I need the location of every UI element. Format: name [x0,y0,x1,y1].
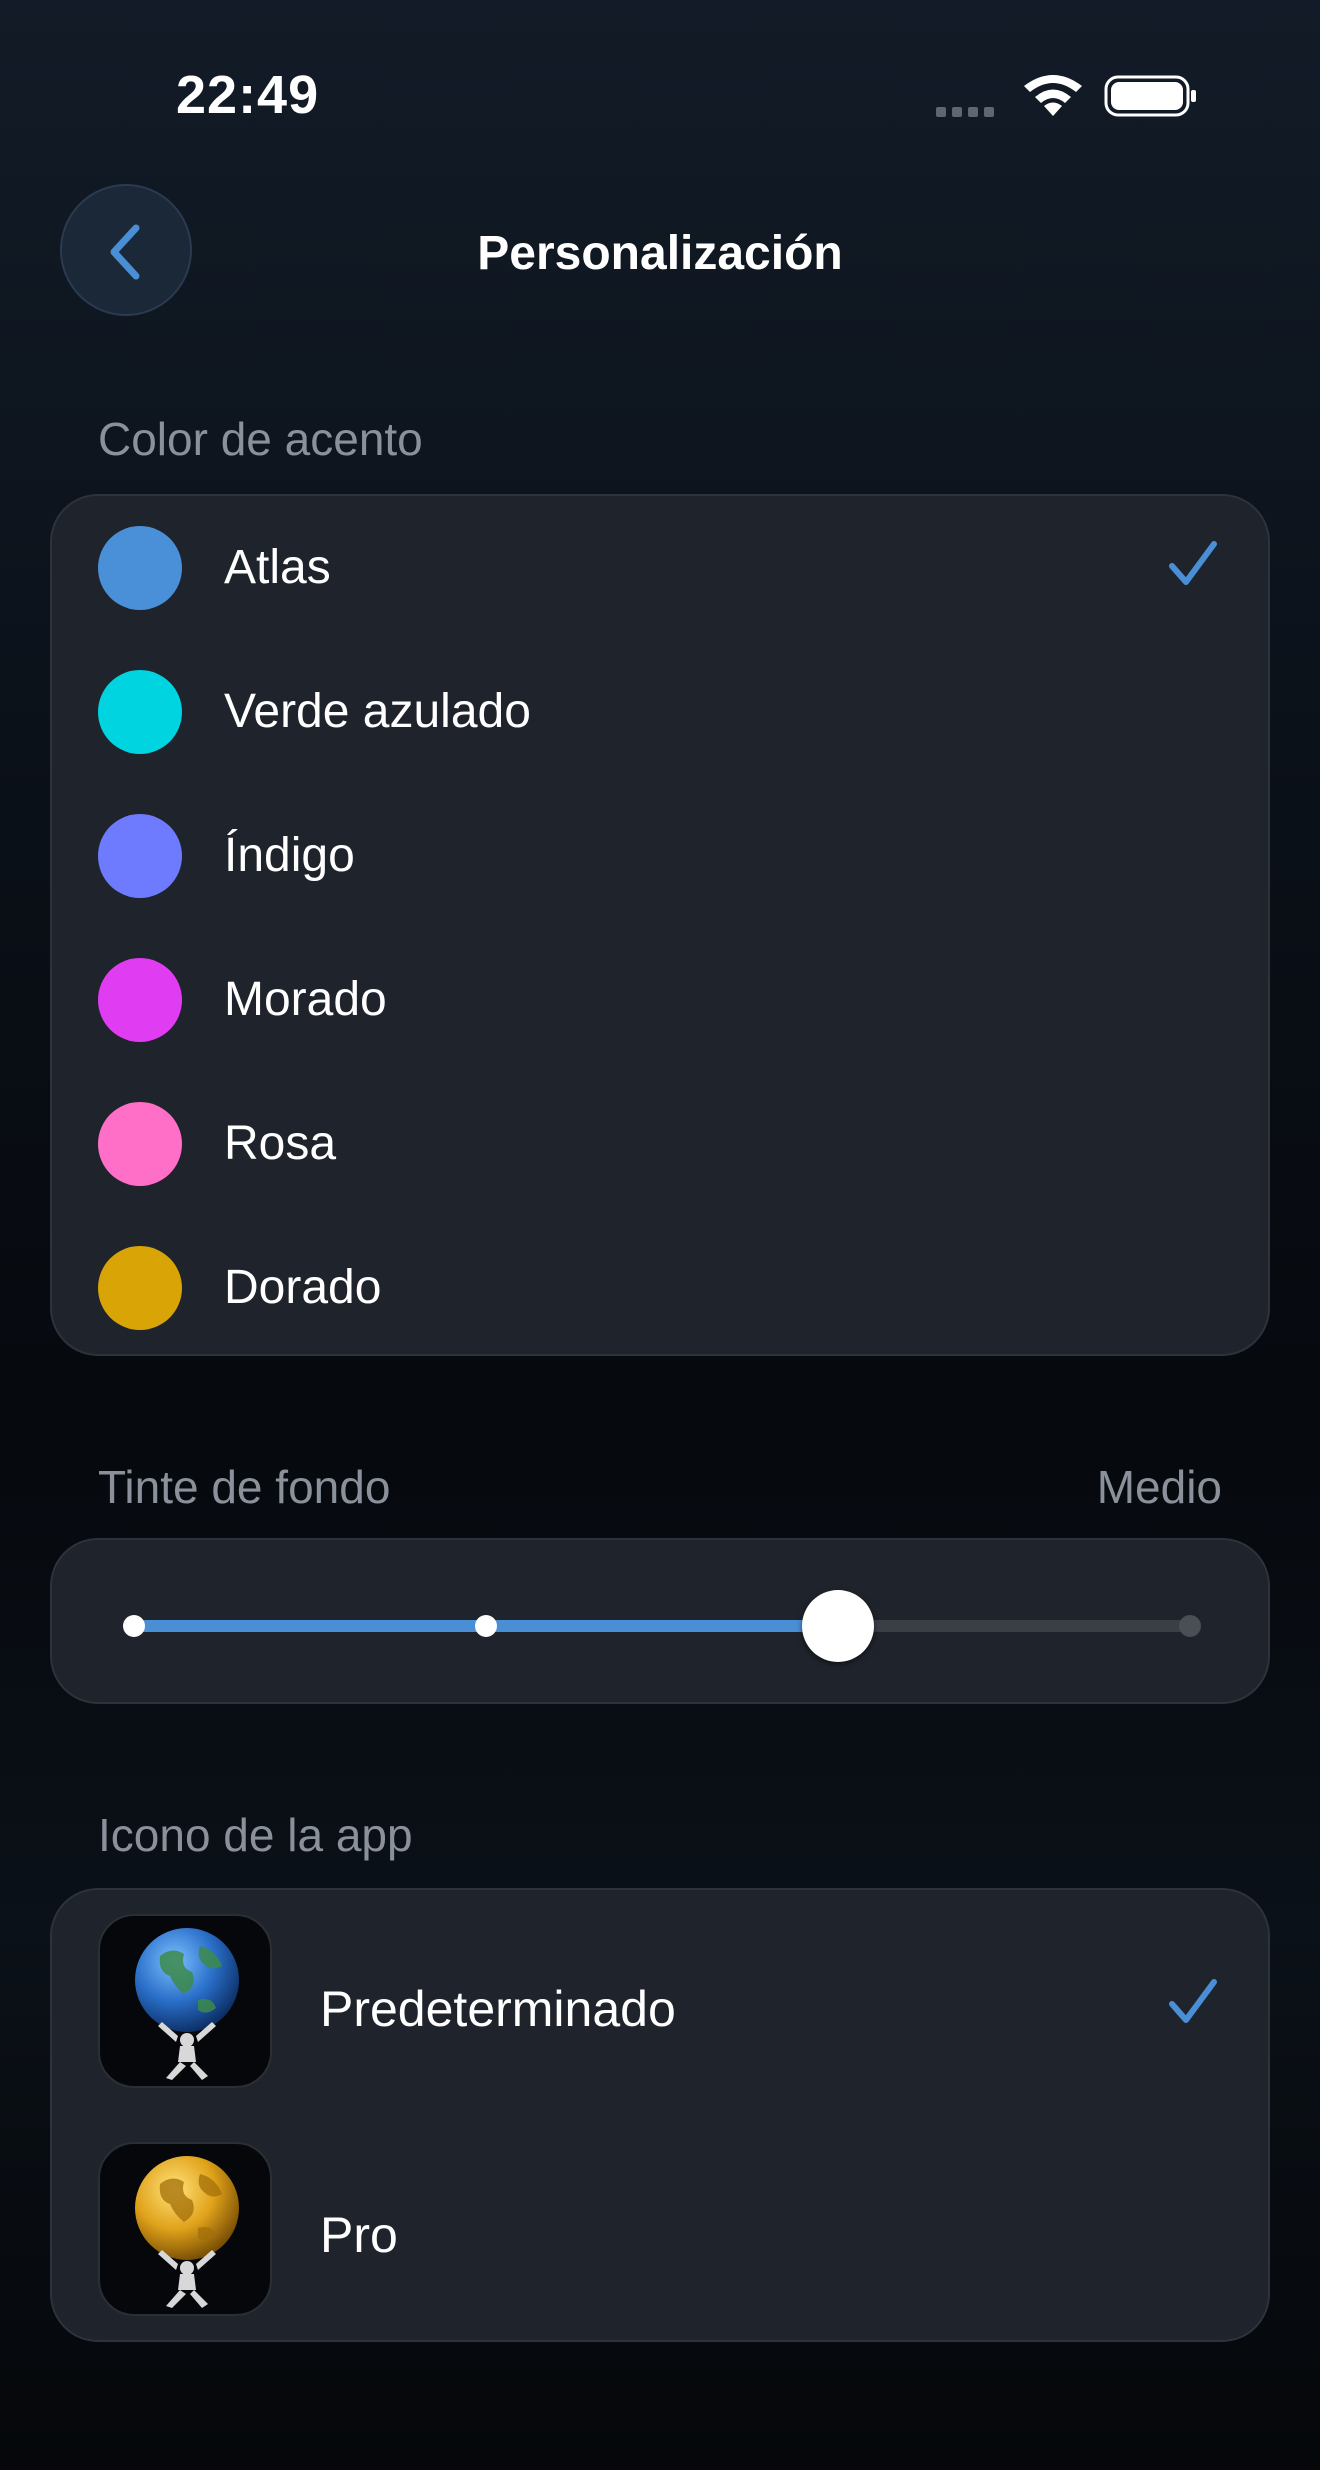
tint-value-label: Medio [1096,1461,1222,1513]
accent-option-morado[interactable]: Morado [52,928,1268,1072]
color-swatch [98,526,182,610]
color-swatch [98,1102,182,1186]
accent-option-label: Atlas [224,541,331,594]
signal-dots-icon [936,104,1004,117]
app-icon-list: Predeterminado Pro [50,1888,1270,2342]
accent-option-verde-azulado[interactable]: Verde azulado [52,640,1268,784]
color-swatch [98,670,182,754]
app-icon-option-predeterminado[interactable]: Predeterminado [52,1890,1268,2118]
accent-section-label: Color de acento [98,413,423,465]
color-swatch [98,814,182,898]
atlas-blue-globe-icon [98,1914,272,2088]
page-title: Personalización [477,227,843,280]
app-icon-option-label: Predeterminado [320,1981,676,2037]
app-icon-section-label: Icono de la app [98,1809,413,1861]
accent-option-indigo[interactable]: Índigo [52,784,1268,928]
color-swatch [98,958,182,1042]
checkmark-icon [1169,1979,1217,2023]
accent-color-list: Atlas Verde azulado Índigo Morado Rosa D… [50,494,1270,1356]
accent-option-label: Rosa [224,1117,337,1170]
status-time: 22:49 [176,65,320,125]
battery-icon [1104,75,1196,117]
accent-option-label: Índigo [224,829,355,882]
accent-option-label: Dorado [224,1261,382,1314]
tint-slider-card [50,1538,1270,1704]
wifi-icon [1024,75,1082,116]
accent-option-rosa[interactable]: Rosa [52,1072,1268,1216]
slider-stop[interactable] [1179,1615,1201,1637]
slider-thumb[interactable] [802,1590,874,1662]
accent-option-label: Morado [224,973,387,1026]
accent-option-atlas[interactable]: Atlas [52,496,1268,640]
slider-stop[interactable] [475,1615,497,1637]
accent-option-label: Verde azulado [224,685,531,738]
slider-stop[interactable] [123,1615,145,1637]
atlas-gold-globe-icon [98,2142,272,2316]
color-swatch [98,1246,182,1330]
checkmark-icon [1169,541,1217,585]
app-icon-option-pro[interactable]: Pro [52,2118,1268,2344]
app-icon-option-label: Pro [320,2207,398,2263]
accent-option-dorado[interactable]: Dorado [52,1216,1268,1360]
tint-section-label: Tinte de fondo [98,1461,391,1513]
